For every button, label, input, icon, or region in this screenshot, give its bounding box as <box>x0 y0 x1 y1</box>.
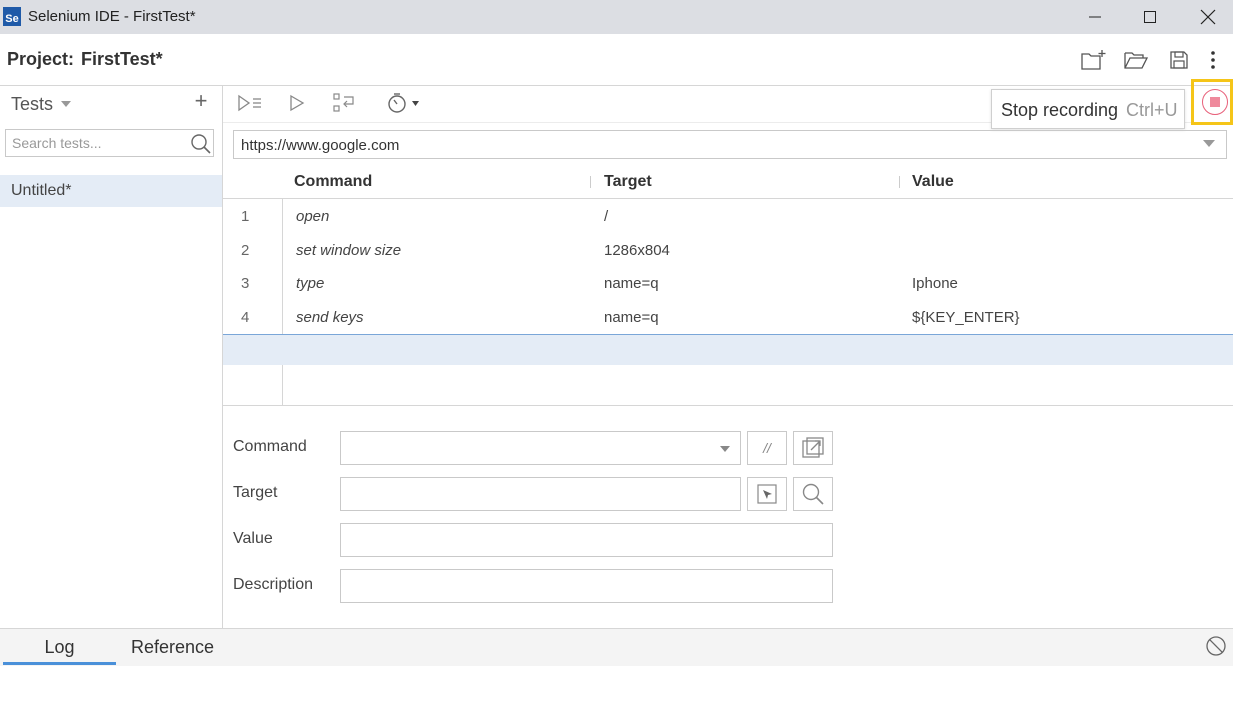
maximize-icon <box>1144 11 1156 23</box>
new-folder-icon <box>1081 50 1106 70</box>
project-label: Project: <box>7 49 75 69</box>
caret-down-icon[interactable] <box>61 101 71 107</box>
caret-down-icon <box>720 446 730 452</box>
tests-sidebar <box>0 86 223 628</box>
target-cell: / <box>604 208 609 225</box>
command-cell: send keys <box>296 309 364 326</box>
command-field-label: Command <box>233 438 307 455</box>
run-current-test-button[interactable] <box>286 92 308 114</box>
select-element-icon <box>757 484 777 504</box>
target-text-input[interactable] <box>341 478 740 510</box>
target-input[interactable] <box>340 477 741 511</box>
new-project-button[interactable] <box>1080 47 1106 73</box>
stop-icon <box>1210 97 1220 107</box>
command-cell: type <box>296 275 325 292</box>
tooltip-text: Stop recording <box>1001 100 1119 120</box>
step-icon <box>333 93 354 112</box>
description-input[interactable] <box>340 569 833 603</box>
base-url-value: https://www.google.com <box>241 137 400 154</box>
minimize-button[interactable] <box>1072 0 1118 34</box>
command-cell: open <box>296 208 330 225</box>
open-project-button[interactable] <box>1123 47 1149 73</box>
row-number: 3 <box>241 275 250 292</box>
stop-recording-button[interactable] <box>1202 89 1228 115</box>
search-icon <box>802 483 824 505</box>
open-reference-button[interactable] <box>793 431 833 465</box>
close-icon <box>1200 9 1216 25</box>
search-icon[interactable] <box>190 133 212 155</box>
search-tests-input[interactable] <box>6 130 186 156</box>
run-all-tests-button[interactable] <box>236 92 264 114</box>
comment-toggle-button[interactable]: // <box>747 431 787 465</box>
column-header-value: Value <box>912 173 954 190</box>
add-test-button[interactable]: + <box>190 90 212 112</box>
value-cell: Iphone <box>912 275 958 292</box>
more-options-button[interactable] <box>1200 47 1226 73</box>
column-header-command: Command <box>294 173 373 190</box>
description-text-input[interactable] <box>341 570 832 602</box>
target-cell: name=q <box>604 309 659 326</box>
select-target-button[interactable] <box>747 477 787 511</box>
save-project-button[interactable] <box>1166 47 1192 73</box>
command-select[interactable] <box>340 431 741 465</box>
target-cell: name=q <box>604 275 659 292</box>
row-number: 2 <box>241 242 250 259</box>
kebab-menu-icon <box>1211 51 1215 69</box>
close-window-button[interactable] <box>1185 0 1231 34</box>
table-divider[interactable] <box>223 405 1233 406</box>
minimize-icon <box>1089 16 1101 18</box>
column-divider[interactable] <box>590 176 591 188</box>
value-text-input[interactable] <box>341 524 832 556</box>
commands-table-header <box>223 164 1233 199</box>
tab-log[interactable]: Log <box>3 629 116 665</box>
row-number: 4 <box>241 309 250 326</box>
table-row[interactable] <box>223 266 1233 300</box>
table-row-new[interactable] <box>223 334 1233 365</box>
clear-log-icon[interactable] <box>1205 635 1227 657</box>
save-icon <box>1170 51 1188 69</box>
tests-dropdown-label[interactable]: Tests <box>11 94 53 115</box>
open-folder-icon <box>1124 52 1149 69</box>
column-divider[interactable] <box>899 176 900 188</box>
maximize-button[interactable] <box>1127 0 1173 34</box>
tooltip-shortcut: Ctrl+U <box>1126 100 1178 120</box>
find-target-button[interactable] <box>793 477 833 511</box>
target-cell: 1286x804 <box>604 242 670 259</box>
value-field-label: Value <box>233 530 273 547</box>
run-all-icon <box>238 94 261 112</box>
value-cell: ${KEY_ENTER} <box>912 309 1020 326</box>
value-input[interactable] <box>340 523 833 557</box>
project-name[interactable]: FirstTest* <box>81 49 163 70</box>
window-title: Selenium IDE - FirstTest* <box>28 8 196 25</box>
row-number: 1 <box>241 208 250 225</box>
target-field-label: Target <box>233 484 278 501</box>
table-row[interactable] <box>223 199 1233 233</box>
caret-down-icon[interactable] <box>1203 140 1215 147</box>
stopwatch-icon <box>388 93 419 113</box>
tab-reference[interactable]: Reference <box>116 629 229 665</box>
external-link-icon <box>802 437 824 458</box>
speed-button[interactable] <box>386 92 424 114</box>
test-list-item-label: Untitled* <box>11 182 72 199</box>
command-cell: set window size <box>296 242 402 259</box>
description-field-label: Description <box>233 576 314 593</box>
step-over-button[interactable] <box>331 92 357 114</box>
table-row[interactable] <box>223 300 1233 334</box>
project-header <box>0 34 1233 86</box>
column-header-target: Target <box>604 173 652 190</box>
selenium-logo-icon: Se <box>3 7 21 26</box>
play-icon <box>290 94 305 112</box>
